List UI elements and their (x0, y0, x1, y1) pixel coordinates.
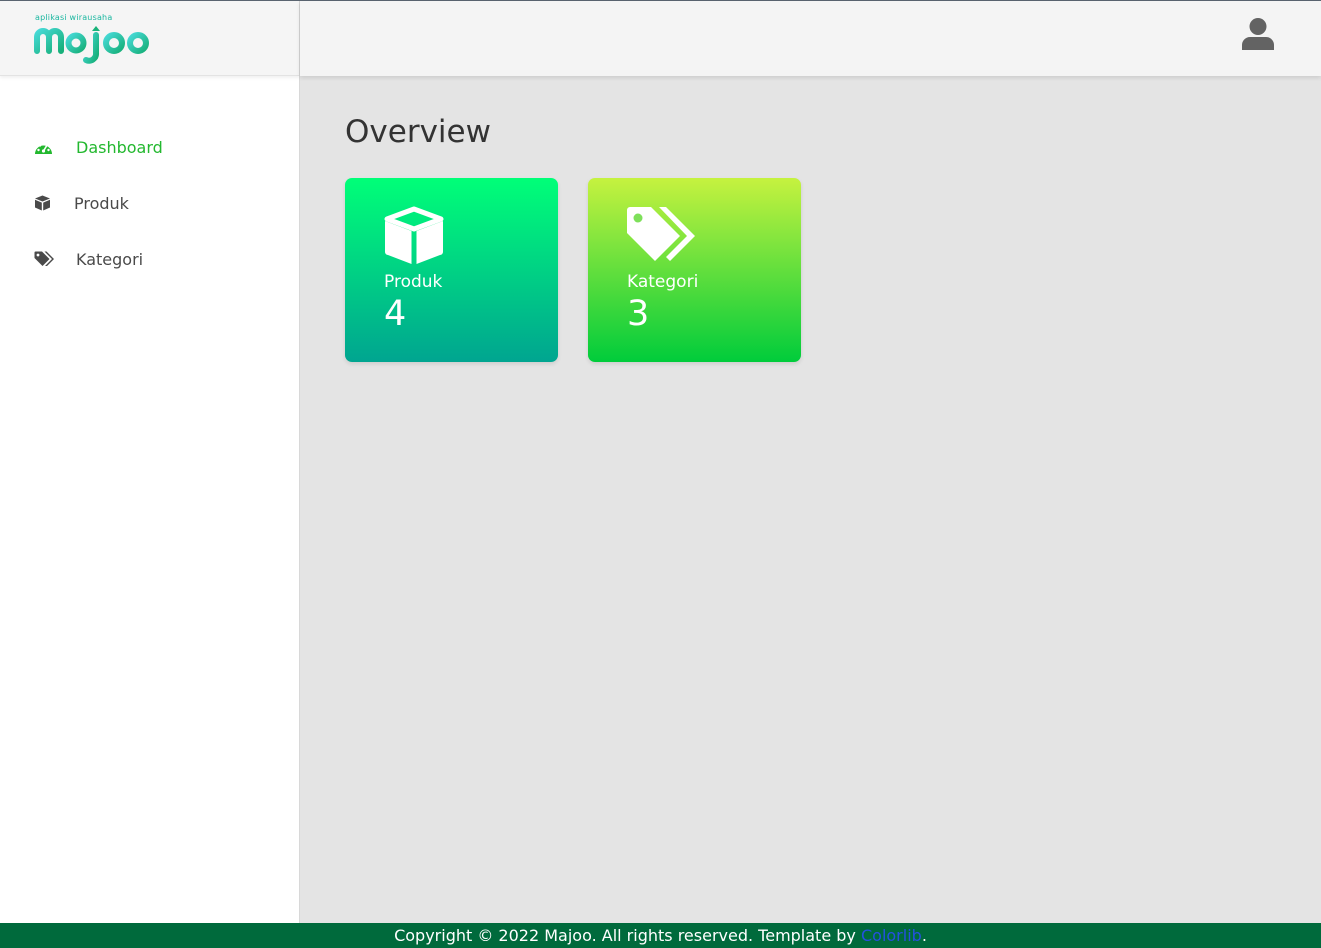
kategori-card[interactable]: Kategori 3 (588, 178, 801, 362)
sidebar-item-label: Dashboard (76, 137, 163, 157)
footer-copyright: Copyright © 2022 Majoo. All rights reser… (394, 926, 856, 945)
card-value: 3 (627, 294, 650, 334)
tags-icon (34, 249, 56, 269)
sidebar-item-kategori[interactable]: Kategori (0, 231, 300, 287)
box-cube-icon (34, 193, 56, 213)
brand-header: aplikasi wirausaha (0, 1, 299, 76)
sidebar: aplikasi wirausaha Dashboard Produk Kate… (0, 1, 300, 923)
sidebar-item-dashboard[interactable]: Dashboard (0, 119, 300, 175)
tags-icon (627, 207, 695, 261)
card-value: 4 (384, 294, 407, 334)
majoo-logo[interactable] (33, 21, 163, 65)
page-title: Overview (345, 114, 491, 150)
sidebar-item-label: Kategori (76, 249, 144, 269)
sidebar-nav: Dashboard Produk Kategori (0, 119, 300, 287)
sidebar-item-produk[interactable]: Produk (0, 175, 300, 231)
colorlib-link[interactable]: Colorlib (861, 926, 922, 945)
card-label: Kategori (627, 272, 699, 292)
card-label: Produk (384, 272, 443, 292)
box-cube-icon (384, 206, 444, 264)
footer-suffix: . (921, 926, 927, 945)
dashboard-gauge-icon (34, 137, 56, 157)
sidebar-item-label: Produk (74, 193, 129, 213)
produk-card[interactable]: Produk 4 (345, 178, 558, 362)
user-avatar-icon[interactable] (1241, 17, 1275, 51)
main-content: Overview Produk 4 Kategori 3 (300, 76, 1321, 923)
top-header (300, 1, 1321, 76)
footer: Copyright © 2022 Majoo. All rights reser… (0, 923, 1321, 948)
